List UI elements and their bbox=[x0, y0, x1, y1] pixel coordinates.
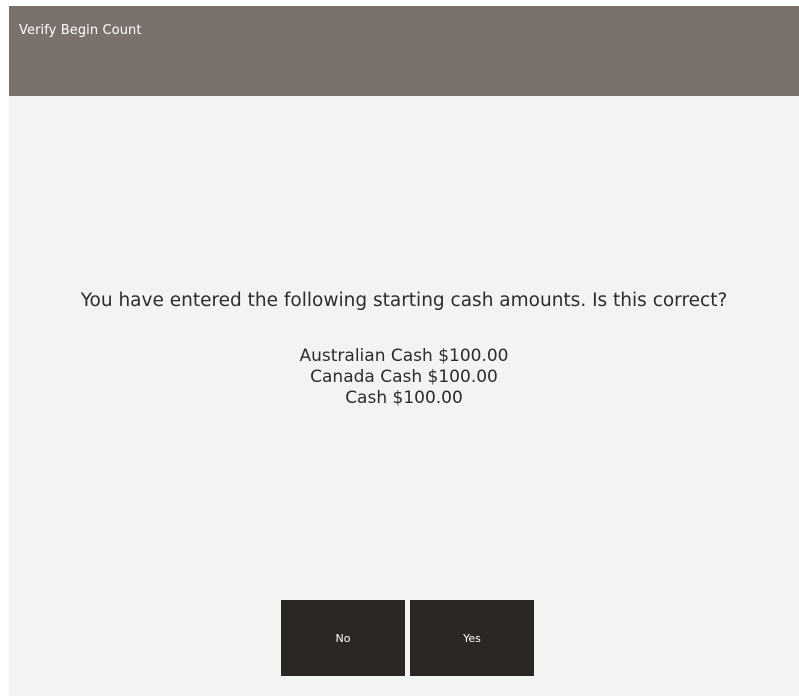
amount-canada-cash: Canada Cash $100.00 bbox=[310, 367, 498, 387]
window-title: Verify Begin Count bbox=[19, 23, 142, 38]
amount-cash: Cash $100.00 bbox=[345, 388, 463, 408]
dialog-content: You have entered the following starting … bbox=[9, 96, 799, 696]
verify-begin-count-window: Verify Begin Count You have entered the … bbox=[9, 6, 799, 696]
confirmation-message: You have entered the following starting … bbox=[80, 290, 728, 311]
yes-button[interactable]: Yes bbox=[410, 600, 534, 676]
cash-amounts-list: Australian Cash $100.00 Canada Cash $100… bbox=[9, 346, 799, 409]
no-button[interactable]: No bbox=[281, 600, 405, 676]
amount-australian-cash: Australian Cash $100.00 bbox=[299, 346, 509, 366]
title-bar: Verify Begin Count bbox=[9, 6, 799, 96]
